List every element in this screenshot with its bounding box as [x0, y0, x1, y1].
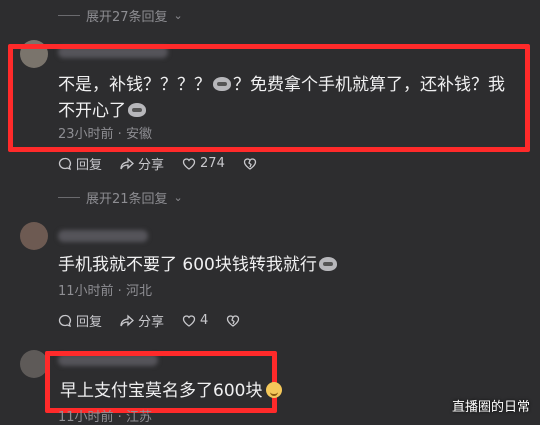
divider-line	[58, 197, 80, 198]
broken-heart-icon	[227, 314, 240, 327]
emoji-icon	[128, 103, 146, 117]
dislike-button[interactable]	[226, 314, 240, 328]
broken-heart-icon	[243, 157, 257, 170]
smile-emoji-icon	[266, 382, 283, 398]
avatar[interactable]	[20, 350, 48, 378]
share-button[interactable]: 分享	[120, 154, 164, 173]
reply-icon	[58, 157, 72, 170]
comment-text: 手机我就不要了 600块钱转我就行	[58, 252, 339, 278]
share-button[interactable]: 分享	[120, 311, 164, 330]
expand-replies-1[interactable]: 展开27条回复 ⌄	[58, 6, 183, 25]
share-icon	[120, 157, 134, 169]
username-blurred	[58, 230, 148, 242]
like-button[interactable]: 4	[182, 313, 208, 328]
heart-icon	[182, 314, 196, 327]
like-button[interactable]: 274	[182, 156, 225, 171]
expand-replies-label: 展开27条回复	[86, 10, 168, 25]
expand-replies-label: 展开21条回复	[86, 192, 168, 207]
reply-button[interactable]: 回复	[58, 311, 102, 330]
expand-replies-2[interactable]: 展开21条回复 ⌄	[58, 188, 183, 207]
chevron-down-icon: ⌄	[173, 191, 183, 204]
reply-button[interactable]: 回复	[58, 154, 102, 173]
chevron-down-icon: ⌄	[173, 9, 183, 22]
share-icon	[120, 314, 134, 326]
dislike-button[interactable]	[243, 157, 257, 171]
comment-text: 早上支付宝莫名多了600块	[60, 378, 283, 404]
watermark: 直播圈的日常	[451, 400, 530, 415]
divider-line	[58, 15, 80, 16]
comment-actions: 回复 分享 274	[58, 154, 275, 173]
emoji-icon	[318, 257, 337, 271]
emoji-icon	[213, 77, 231, 91]
reply-icon	[58, 314, 72, 327]
comment-text: 不是，补钱？？？？ ？免费拿个手机就算了，还补钱？我不开心了	[58, 75, 505, 121]
comment-meta: 11小时前 · 江苏	[58, 410, 152, 425]
comment-actions: 回复 分享 4	[58, 311, 258, 330]
comment-meta: 23小时前 · 安徽	[58, 127, 152, 142]
comment-meta: 11小时前 · 河北	[58, 284, 152, 299]
heart-icon	[182, 157, 196, 170]
avatar[interactable]	[20, 222, 48, 250]
